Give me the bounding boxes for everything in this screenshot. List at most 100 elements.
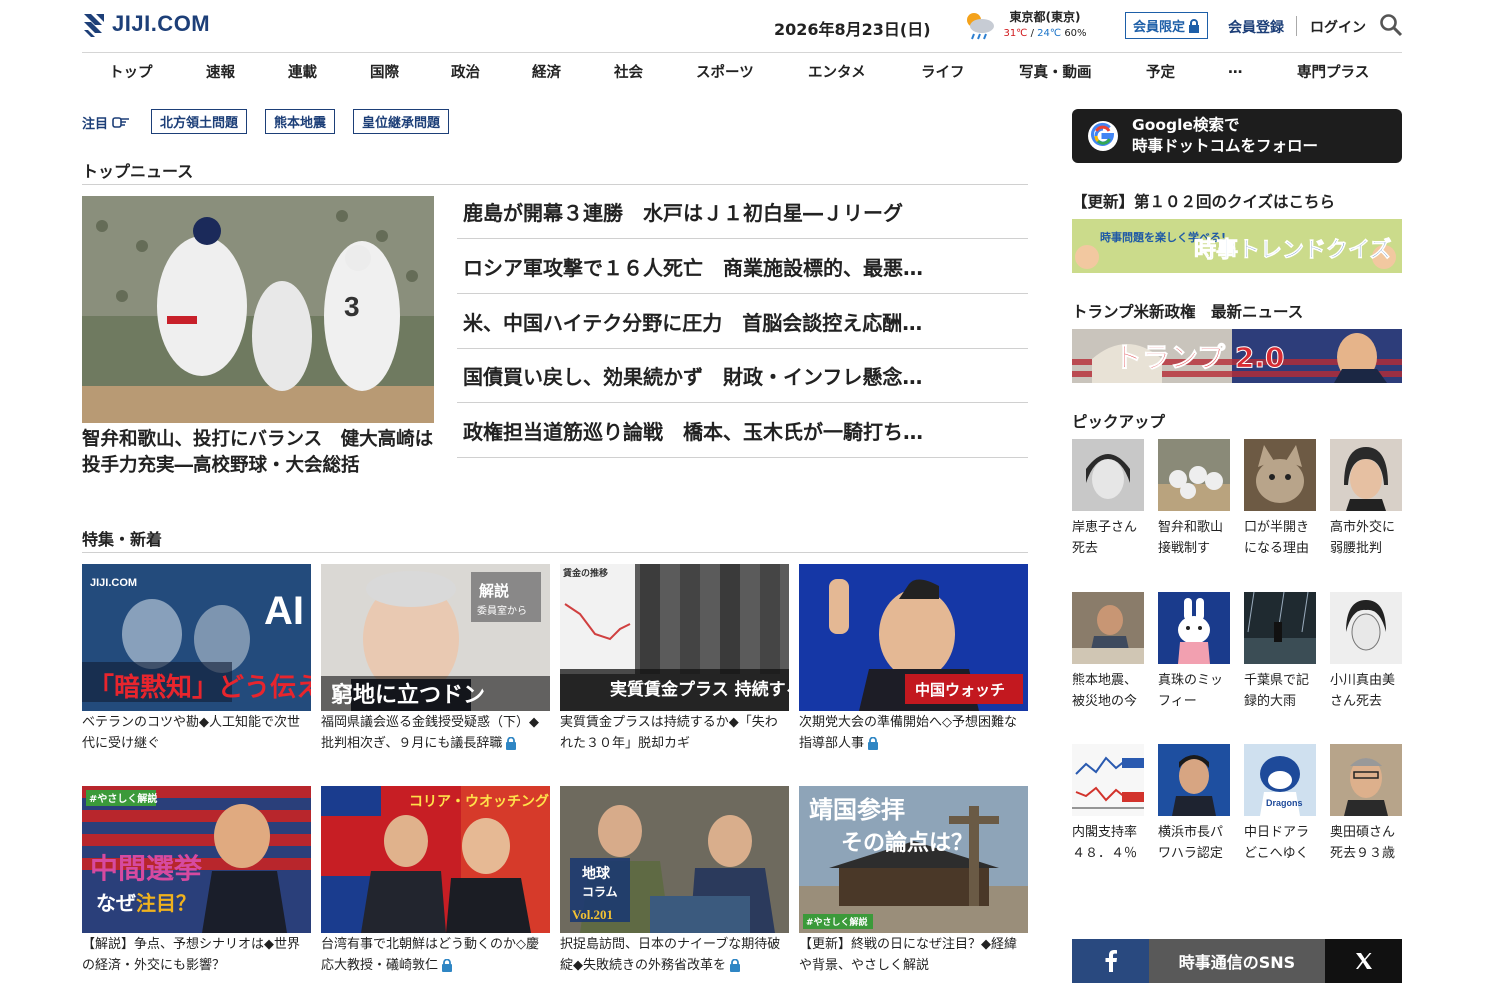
feature-card[interactable]: JIJI.COM AI 「暗黙知」どう伝える ベテランのコツや勘◆人工知能で次世…: [82, 564, 311, 754]
tag-imperial-succession[interactable]: 皇位継承問題: [353, 109, 450, 134]
pickup-item[interactable]: Dragons 中日ドアラどこへゆく: [1244, 744, 1316, 864]
lock-icon: [868, 737, 879, 750]
svg-text:解説: 解説: [479, 582, 509, 600]
divider: [1296, 16, 1297, 36]
headline-item[interactable]: 米、中国ハイテク分野に圧力 首脳会談控え応酬…: [457, 295, 1028, 349]
main-nav: トップ 速報 連載 国際 政治 経済 社会 スポーツ エンタメ ライフ 写真・動…: [82, 52, 1402, 88]
nav-entertainment[interactable]: エンタメ: [808, 61, 866, 82]
feature-caption-text: 次期党大会の準備開始へ◇予想困難な指導部人事: [799, 715, 1017, 751]
feature-card[interactable]: 賃金の推移 実質賃金プラス 持続する？ 実質賃金プラスは持続するか◆「失われた３…: [560, 564, 789, 754]
pickup-caption: 智弁和歌山接戦制す: [1158, 520, 1224, 556]
pickup-caption: 内閣支持率４８．４％: [1072, 825, 1138, 861]
headline-text: 鹿島が開幕３連勝 水戸はＪ１初白星―Ｊリーグ: [463, 201, 903, 225]
headline-item[interactable]: 国債買い戻し、効果続かず 財政・インフレ懸念…: [457, 349, 1028, 403]
tag-northern-territories[interactable]: 北方領土問題: [151, 109, 248, 134]
feature-image-title: 「暗黙知」どう伝える: [88, 672, 311, 703]
pickup-item[interactable]: 熊本地震、被災地の今: [1072, 592, 1144, 712]
jiji-logo-icon: [84, 14, 104, 37]
nav-sports[interactable]: スポーツ: [696, 61, 754, 82]
attention-label: 注目: [82, 113, 130, 132]
feature-image: #やさしく解説 中間選挙 なぜ注目？: [82, 786, 311, 933]
pickup-image: [1330, 744, 1402, 816]
quiz-title[interactable]: 【更新】第１０２回のクイズはこちら: [1072, 190, 1335, 212]
member-only-button[interactable]: 会員限定: [1125, 12, 1209, 39]
trump-title[interactable]: トランプ米新政権 最新ニュース: [1072, 300, 1303, 322]
trump-banner[interactable]: トランプ 2.0: [1072, 329, 1402, 383]
x-button[interactable]: [1325, 939, 1402, 983]
pickup-item[interactable]: 千葉県で記録的大雨: [1244, 592, 1316, 712]
nav-breaking[interactable]: 速報: [206, 61, 235, 82]
google-follow-line: Google検索で: [1132, 116, 1240, 134]
quiz-banner[interactable]: 時事問題を楽しく学べる! 時事トレンドクイズ: [1072, 219, 1402, 273]
search-icon[interactable]: [1379, 13, 1403, 37]
svg-text:中間選挙: 中間選挙: [90, 852, 203, 885]
svg-text:地球: 地球: [582, 865, 611, 882]
pickup-item[interactable]: 真珠のミッフィー: [1158, 592, 1230, 712]
attention-bar: 注目: [82, 110, 130, 134]
headline-item[interactable]: 政権担当道筋巡り論戦 橋本、玉木氏が一騎打ち…: [457, 404, 1028, 458]
temp-high: 31℃: [1003, 28, 1028, 39]
pickup-caption: 高市外交に弱腰批判: [1330, 520, 1396, 556]
weather-widget[interactable]: 東京都(東京) 31℃ / 24℃ 60%: [1000, 8, 1090, 39]
hero-baseball-image: 3: [82, 196, 434, 423]
svg-text:委員室から: 委員室から: [477, 604, 527, 617]
headline-text: ロシア軍攻撃で１６人死亡 商業施設標的、最悪…: [463, 256, 923, 280]
feature-image: 地球 コラム Vol.201: [560, 786, 789, 933]
nav-more-icon[interactable]: …: [1228, 61, 1243, 77]
feature-card[interactable]: 中国ウォッチ 次期党大会の準備開始へ◇予想困難な指導部人事: [799, 564, 1028, 754]
tag-kumamoto-earthquake[interactable]: 熊本地震: [265, 109, 336, 134]
pickup-item[interactable]: 小川真由美さん死去: [1330, 592, 1402, 712]
nav-economy[interactable]: 経済: [532, 61, 561, 82]
pickup-caption: 奥田碩さん死去９３歳: [1330, 825, 1396, 861]
register-link[interactable]: 会員登録: [1228, 17, 1284, 37]
site-logo[interactable]: JIJI.COM: [82, 10, 210, 38]
pickup-caption: 千葉県で記録的大雨: [1244, 673, 1310, 709]
feature-card[interactable]: 解説 委員室から 窮地に立つドン 福岡県議会巡る金銭授受疑惑（下）◆批判相次ぎ、…: [321, 564, 550, 754]
top-news-title: トップニュース: [82, 162, 194, 181]
feature-image: 賃金の推移 実質賃金プラス 持続する？: [560, 564, 789, 711]
headline-item[interactable]: ロシア軍攻撃で１６人死亡 商業施設標的、最悪…: [457, 240, 1028, 294]
nav-life[interactable]: ライフ: [921, 61, 965, 82]
nav-politics[interactable]: 政治: [451, 61, 480, 82]
pickup-item[interactable]: 口が半開きになる理由: [1244, 439, 1316, 559]
pickup-caption: 岸恵子さん死去: [1072, 520, 1138, 556]
pickup-item[interactable]: 横浜市長パワハラ認定: [1158, 744, 1230, 864]
pickup-item[interactable]: 奥田碩さん死去９３歳: [1330, 744, 1402, 864]
login-link[interactable]: ログイン: [1310, 17, 1366, 37]
nav-pro-plus[interactable]: 専門プラス: [1297, 61, 1369, 82]
google-follow-line: 時事ドットコムをフォロー: [1132, 137, 1319, 155]
feature-caption: 福岡県議会巡る金銭授受疑惑（下）◆批判相次ぎ、９月にも議長辞職: [321, 712, 550, 754]
feature-card[interactable]: 靖国参拝 その論点は？ #やさしく解説 【更新】終戦の日になぜ注目？◆経緯や背景…: [799, 786, 1028, 976]
facebook-button[interactable]: [1072, 939, 1149, 983]
pickup-item[interactable]: 高市外交に弱腰批判: [1330, 439, 1402, 559]
headline-item[interactable]: 鹿島が開幕３連勝 水戸はＪ１初白星―Ｊリーグ: [457, 185, 1028, 239]
nav-international[interactable]: 国際: [370, 61, 399, 82]
svg-text:3: 3: [344, 291, 360, 322]
feature-caption-text: 台湾有事で北朝鮮はどう動くのか◇慶応大教授・礒崎敦仁: [321, 937, 539, 973]
feature-card[interactable]: コリア・ウオッチング 台湾有事で北朝鮮はどう動くのか◇慶応大教授・礒崎敦仁: [321, 786, 550, 976]
pickup-item[interactable]: 智弁和歌山接戦制す: [1158, 439, 1230, 559]
nav-series[interactable]: 連載: [288, 61, 317, 82]
feature-card[interactable]: #やさしく解説 中間選挙 なぜ注目？ 【解説】争点、予想シナリオは◆世界の経済・…: [82, 786, 311, 976]
pickup-caption: 小川真由美さん死去: [1330, 673, 1396, 709]
feature-image-title: 実質賃金プラス 持続する？: [610, 679, 789, 700]
nav-top[interactable]: トップ: [109, 61, 153, 82]
pickup-item[interactable]: 内閣支持率４８．４％: [1072, 744, 1144, 864]
hero-photo[interactable]: 3: [82, 196, 434, 423]
nav-society[interactable]: 社会: [614, 61, 643, 82]
pickup-item[interactable]: 岸恵子さん死去: [1072, 439, 1144, 559]
feature-image-title: 窮地に立つドン: [331, 682, 485, 708]
pickup-image: [1158, 744, 1230, 816]
nav-photo-video[interactable]: 写真・動画: [1019, 61, 1092, 82]
hero-caption[interactable]: 智弁和歌山、投打にバランス 健大高崎は投手力充実―高校野球・大会総括: [82, 427, 434, 479]
quiz-banner-main: 時事トレンドクイズ: [1194, 237, 1391, 263]
trump-banner-text: トランプ 2.0: [1114, 341, 1285, 374]
feature-caption: 【解説】争点、予想シナリオは◆世界の経済・外交にも影響？: [82, 937, 300, 973]
svg-text:靖国参拝: 靖国参拝: [809, 796, 905, 824]
attention-label-text: 注目: [82, 116, 109, 132]
feature-caption: 【更新】終戦の日になぜ注目？◆経緯や背景、やさしく解説: [799, 937, 1017, 973]
chart-label: 賃金の推移: [562, 567, 608, 579]
nav-schedule[interactable]: 予定: [1146, 61, 1175, 82]
feature-card[interactable]: 地球 コラム Vol.201 択捉島訪問、日本のナイーブな期待破綻◆失敗続きの外…: [560, 786, 789, 976]
google-follow-button[interactable]: Google検索で 時事ドットコムをフォロー: [1072, 109, 1402, 163]
